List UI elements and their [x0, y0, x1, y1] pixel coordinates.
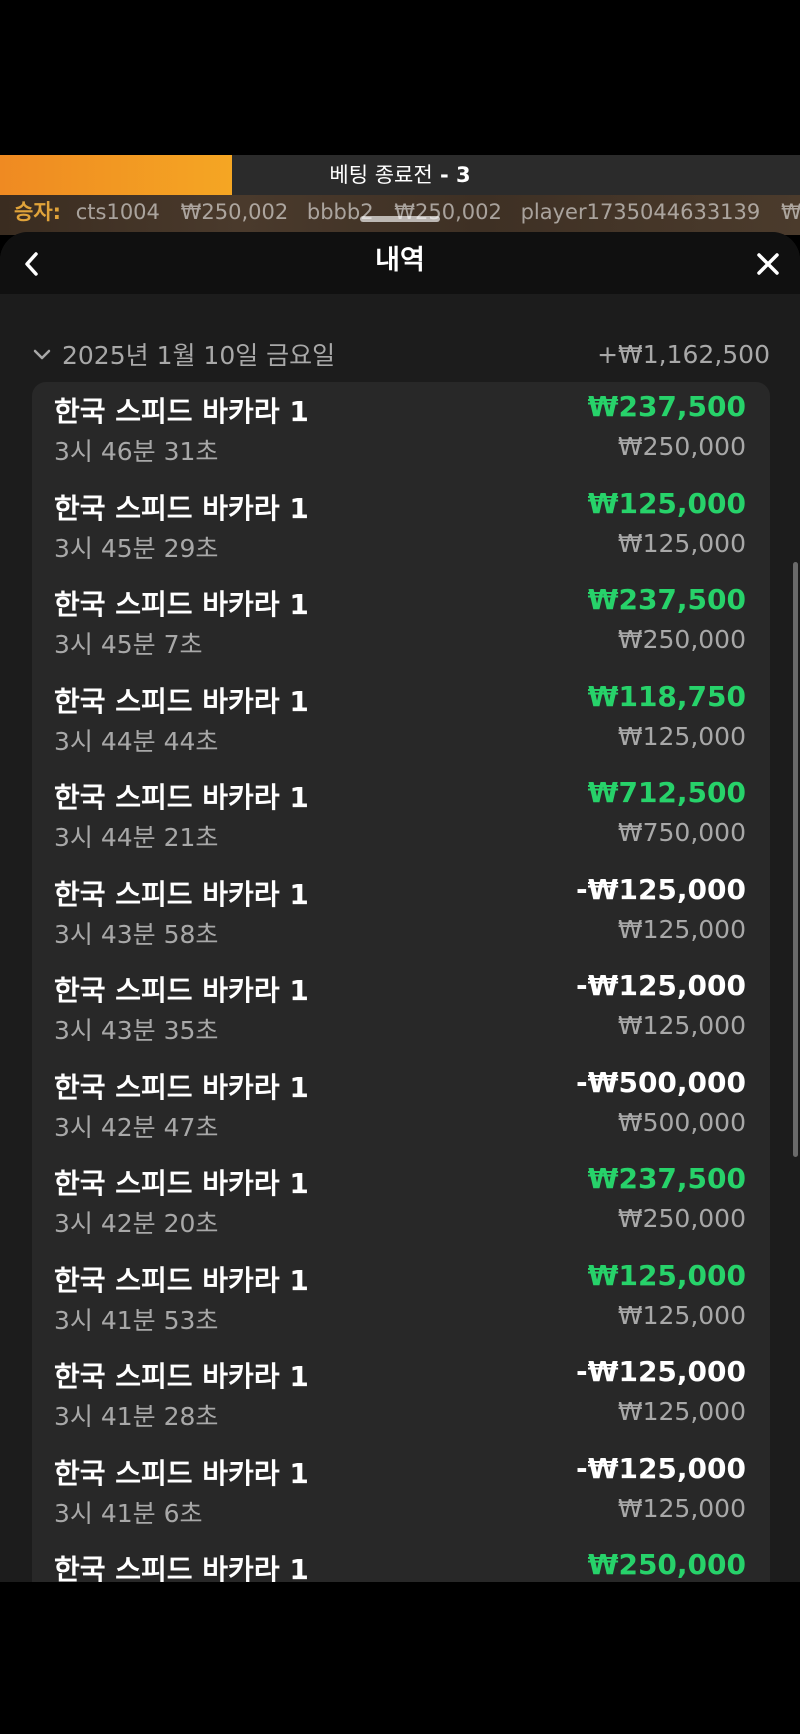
round-time: 3시 45분 7초: [54, 630, 203, 659]
result-amount: ₩237,500: [587, 1162, 746, 1195]
game-name: 한국 스피드 바카라 1: [54, 1456, 309, 1490]
game-name: 한국 스피드 바카라 1: [54, 1167, 309, 1200]
bet-amount: ₩125,000: [617, 1397, 746, 1426]
round-time: 3시 43분 35초: [54, 1016, 219, 1045]
round-time: 3시 42분 20초: [54, 1209, 219, 1238]
history-row[interactable]: 한국 스피드 바카라 1 3시 41분 6초 -₩125,000 ₩125,000: [32, 1444, 770, 1540]
round-time: 3시 44분 21초: [54, 823, 219, 852]
history-row[interactable]: 한국 스피드 바카라 1 3시 43분 58초 -₩125,000 ₩125,000: [32, 865, 770, 961]
round-time: 3시 42분 47초: [54, 1112, 219, 1142]
panel-header: 내역: [0, 232, 800, 294]
history-panel: 내역 2025년 1월 10일 금요일 +₩1,162,500 한국 스피드 바…: [0, 232, 800, 1582]
ticker-amount: ₩250,002: [180, 200, 289, 224]
game-name: 한국 스피드 바카라 1: [54, 491, 309, 525]
result-amount: -₩125,000: [575, 1355, 746, 1388]
round-time: 3시 41분 6초: [54, 1498, 203, 1528]
history-row[interactable]: 한국 스피드 바카라 1 ₩250,000: [32, 1540, 770, 1582]
result-amount: ₩237,500: [587, 583, 746, 616]
history-row[interactable]: 한국 스피드 바카라 1 3시 43분 35초 -₩125,000 ₩125,000: [32, 961, 770, 1057]
history-row[interactable]: 한국 스피드 바카라 1 3시 45분 7초 ₩237,500 ₩250,000: [32, 575, 770, 671]
history-row[interactable]: 한국 스피드 바카라 1 3시 42분 20초 ₩237,500 ₩250,000: [32, 1154, 770, 1250]
winners-ticker: 승자: cts1004 ₩250,002 bbbb2 ₩250,002 play…: [0, 195, 800, 235]
history-row[interactable]: 한국 스피드 바카라 1 3시 46분 31초 ₩237,500 ₩250,000: [32, 382, 770, 478]
game-name: 한국 스피드 바카라 1: [54, 588, 309, 621]
round-time: 3시 43분 58초: [54, 919, 219, 949]
bet-amount: ₩125,000: [617, 1300, 746, 1330]
game-name: 한국 스피드 바카라 1: [54, 1360, 309, 1393]
timer-label: 베팅 종료전: [329, 163, 433, 187]
bet-amount: ₩125,000: [617, 914, 746, 944]
close-icon: [757, 253, 779, 275]
game-name: 한국 스피드 바카라 1: [54, 1263, 309, 1297]
result-amount: ₩125,000: [587, 486, 746, 520]
scrollbar[interactable]: [793, 562, 798, 1157]
result-amount: ₩712,500: [587, 776, 746, 809]
result-amount: ₩125,000: [587, 1258, 746, 1292]
history-row[interactable]: 한국 스피드 바카라 1 3시 41분 28초 -₩125,000 ₩125,000: [32, 1347, 770, 1443]
game-name: 한국 스피드 바카라 1: [54, 395, 309, 428]
game-name: 한국 스피드 바카라 1: [54, 877, 309, 911]
date-label: 2025년 1월 10일 금요일: [62, 341, 336, 370]
history-row[interactable]: 한국 스피드 바카라 1 3시 45분 29초 ₩125,000 ₩125,000: [32, 479, 770, 575]
round-time: 3시 45분 29초: [54, 533, 219, 563]
bet-amount: ₩500,000: [617, 1107, 746, 1137]
page-title: 내역: [375, 245, 425, 276]
result-amount: ₩118,750: [587, 679, 746, 713]
back-button[interactable]: [12, 244, 52, 284]
bet-amount: ₩125,000: [617, 721, 746, 751]
bet-amount: ₩250,000: [617, 1204, 746, 1233]
date-total: +₩1,162,500: [597, 339, 770, 369]
sheet-drag-handle[interactable]: [360, 216, 440, 222]
result-amount: -₩125,000: [575, 969, 746, 1002]
game-name: 한국 스피드 바카라 1: [54, 781, 309, 814]
ticker-amount: ₩: [780, 200, 800, 224]
bet-amount: ₩750,000: [617, 818, 746, 847]
close-button[interactable]: [748, 244, 788, 284]
round-time: 3시 46분 31초: [54, 437, 219, 466]
result-amount: ₩250,000: [587, 1548, 746, 1581]
chevron-down-icon: [32, 344, 52, 364]
ticker-user: cts1004: [75, 200, 160, 224]
game-name: 한국 스피드 바카라 1: [54, 684, 309, 718]
history-row[interactable]: 한국 스피드 바카라 1 3시 44분 44초 ₩118,750 ₩125,000: [32, 672, 770, 768]
ticker-label: 승자:: [14, 200, 62, 224]
timer-text: 베팅 종료전 - 3: [0, 155, 800, 195]
betting-timer-bar: 베팅 종료전 - 3: [0, 155, 800, 195]
bet-amount: ₩250,000: [617, 432, 746, 461]
screen: 베팅 종료전 - 3 승자: cts1004 ₩250,002 bbbb2 ₩2…: [0, 0, 800, 1734]
timer-count: 3: [456, 163, 471, 187]
round-time: 3시 44분 44초: [54, 726, 219, 756]
ticker-user: player1735044633139: [520, 200, 761, 224]
history-row[interactable]: 한국 스피드 바카라 1 3시 42분 47초 -₩500,000 ₩500,000: [32, 1058, 770, 1154]
round-time: 3시 41분 28초: [54, 1402, 219, 1431]
result-amount: -₩125,000: [575, 872, 746, 906]
game-name: 한국 스피드 바카라 1: [54, 1070, 309, 1104]
bet-amount: ₩125,000: [617, 1493, 746, 1523]
bet-amount: ₩250,000: [617, 625, 746, 654]
history-row[interactable]: 한국 스피드 바카라 1 3시 44분 21초 ₩712,500 ₩750,000: [32, 768, 770, 864]
result-amount: ₩237,500: [587, 390, 746, 423]
chevron-left-icon: [25, 252, 38, 276]
round-time: 3시 41분 53초: [54, 1305, 219, 1335]
game-name: 한국 스피드 바카라 1: [54, 974, 309, 1007]
timer-separator: -: [432, 163, 456, 187]
date-group-header[interactable]: 2025년 1월 10일 금요일 +₩1,162,500: [32, 334, 770, 374]
history-list: 한국 스피드 바카라 1 3시 46분 31초 ₩237,500 ₩250,000 한국…: [32, 382, 770, 1582]
result-amount: -₩125,000: [575, 1451, 746, 1485]
history-row[interactable]: 한국 스피드 바카라 1 3시 41분 53초 ₩125,000 ₩125,000: [32, 1251, 770, 1347]
bet-amount: ₩125,000: [617, 1011, 746, 1040]
bet-amount: ₩125,000: [617, 528, 746, 558]
result-amount: -₩500,000: [575, 1065, 746, 1099]
game-name: 한국 스피드 바카라 1: [54, 1553, 309, 1582]
